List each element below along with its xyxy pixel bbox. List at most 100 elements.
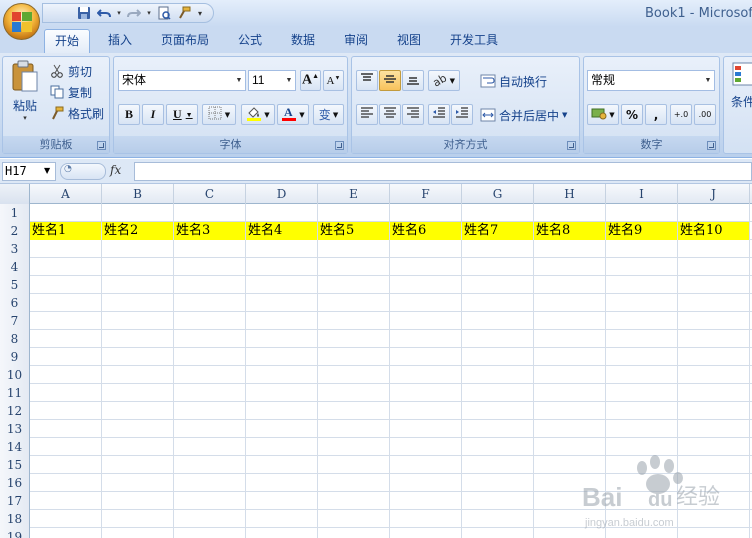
italic-button[interactable]: I (142, 104, 164, 125)
cell-d16[interactable] (246, 474, 318, 492)
cell-j12[interactable] (678, 402, 750, 420)
cell-h14[interactable] (534, 438, 606, 456)
cell-e5[interactable] (318, 276, 390, 294)
cell-i12[interactable] (606, 402, 678, 420)
percent-style-button[interactable]: % (621, 104, 643, 125)
font-size-select[interactable]: 11 ▼ (248, 70, 296, 91)
cell-f6[interactable] (390, 294, 462, 312)
cell-g17[interactable] (462, 492, 534, 510)
cell-g6[interactable] (462, 294, 534, 312)
cell-e10[interactable] (318, 366, 390, 384)
increase-decimal-button[interactable]: +.0 (670, 104, 692, 125)
column-header-c[interactable]: C (174, 184, 246, 204)
cell-g15[interactable] (462, 456, 534, 474)
cell-d7[interactable] (246, 312, 318, 330)
cell-h2[interactable]: 姓名8 (534, 222, 606, 240)
column-header-f[interactable]: F (390, 184, 462, 204)
row-header[interactable]: 13 (0, 420, 30, 438)
tab-formulas[interactable]: 公式 (228, 29, 272, 53)
print-preview-icon[interactable] (155, 5, 173, 21)
format-painter-button[interactable]: 格式刷 (49, 103, 104, 123)
cell-i4[interactable] (606, 258, 678, 276)
cell-c12[interactable] (174, 402, 246, 420)
select-all-button[interactable] (0, 184, 30, 204)
cell-g16[interactable] (462, 474, 534, 492)
cell-f3[interactable] (390, 240, 462, 258)
row-header[interactable]: 1 (0, 204, 30, 222)
align-center-button[interactable] (379, 104, 401, 125)
cell-h3[interactable] (534, 240, 606, 258)
row-header[interactable]: 10 (0, 366, 30, 384)
cell-c5[interactable] (174, 276, 246, 294)
cell-i17[interactable] (606, 492, 678, 510)
copy-button[interactable]: 复制 (49, 82, 92, 102)
cell-d12[interactable] (246, 402, 318, 420)
cell-b18[interactable] (102, 510, 174, 528)
cell-b12[interactable] (102, 402, 174, 420)
column-header-j[interactable]: J (678, 184, 750, 204)
cell-b7[interactable] (102, 312, 174, 330)
cell-d3[interactable] (246, 240, 318, 258)
cell-d2[interactable]: 姓名4 (246, 222, 318, 240)
row-header[interactable]: 16 (0, 474, 30, 492)
cell-h18[interactable] (534, 510, 606, 528)
cell-j19[interactable] (678, 528, 750, 538)
office-button[interactable] (3, 3, 40, 40)
cell-a10[interactable] (30, 366, 102, 384)
cell-f8[interactable] (390, 330, 462, 348)
cell-e17[interactable] (318, 492, 390, 510)
bottom-align-button[interactable] (402, 70, 424, 91)
cell-j1[interactable] (678, 204, 750, 222)
cell-a9[interactable] (30, 348, 102, 366)
cell-a3[interactable] (30, 240, 102, 258)
tab-developer[interactable]: 开发工具 (440, 29, 508, 53)
cell-j13[interactable] (678, 420, 750, 438)
tab-review[interactable]: 审阅 (334, 29, 378, 53)
column-header-h[interactable]: H (534, 184, 606, 204)
row-header[interactable]: 4 (0, 258, 30, 276)
cell-c16[interactable] (174, 474, 246, 492)
cell-c10[interactable] (174, 366, 246, 384)
cell-i10[interactable] (606, 366, 678, 384)
cell-g5[interactable] (462, 276, 534, 294)
comma-style-button[interactable]: , (645, 104, 667, 125)
cell-i19[interactable] (606, 528, 678, 538)
borders-button[interactable]: ▼ (202, 104, 236, 125)
row-header[interactable]: 15 (0, 456, 30, 474)
cell-a2[interactable]: 姓名1 (30, 222, 102, 240)
cell-b8[interactable] (102, 330, 174, 348)
top-align-button[interactable] (356, 70, 378, 91)
cell-f15[interactable] (390, 456, 462, 474)
cell-b11[interactable] (102, 384, 174, 402)
cell-c13[interactable] (174, 420, 246, 438)
alignment-launcher-icon[interactable] (567, 141, 576, 150)
orientation-button[interactable]: ab ▼ (428, 70, 460, 91)
name-box-dropdown-icon[interactable]: ▼ (44, 166, 50, 175)
cell-c3[interactable] (174, 240, 246, 258)
cell-d15[interactable] (246, 456, 318, 474)
cell-g11[interactable] (462, 384, 534, 402)
cell-e9[interactable] (318, 348, 390, 366)
cell-g13[interactable] (462, 420, 534, 438)
cell-e8[interactable] (318, 330, 390, 348)
cell-b4[interactable] (102, 258, 174, 276)
cell-e4[interactable] (318, 258, 390, 276)
column-header-g[interactable]: G (462, 184, 534, 204)
cell-i9[interactable] (606, 348, 678, 366)
cell-a7[interactable] (30, 312, 102, 330)
cell-b17[interactable] (102, 492, 174, 510)
cell-f5[interactable] (390, 276, 462, 294)
cell-f4[interactable] (390, 258, 462, 276)
cell-e18[interactable] (318, 510, 390, 528)
cell-c17[interactable] (174, 492, 246, 510)
cell-g9[interactable] (462, 348, 534, 366)
cell-b9[interactable] (102, 348, 174, 366)
cell-a6[interactable] (30, 294, 102, 312)
row-header[interactable]: 11 (0, 384, 30, 402)
cell-j18[interactable] (678, 510, 750, 528)
cell-d11[interactable] (246, 384, 318, 402)
cell-e13[interactable] (318, 420, 390, 438)
fill-color-button[interactable]: ▼ (241, 104, 275, 125)
save-icon[interactable] (75, 5, 93, 21)
cell-d19[interactable] (246, 528, 318, 538)
